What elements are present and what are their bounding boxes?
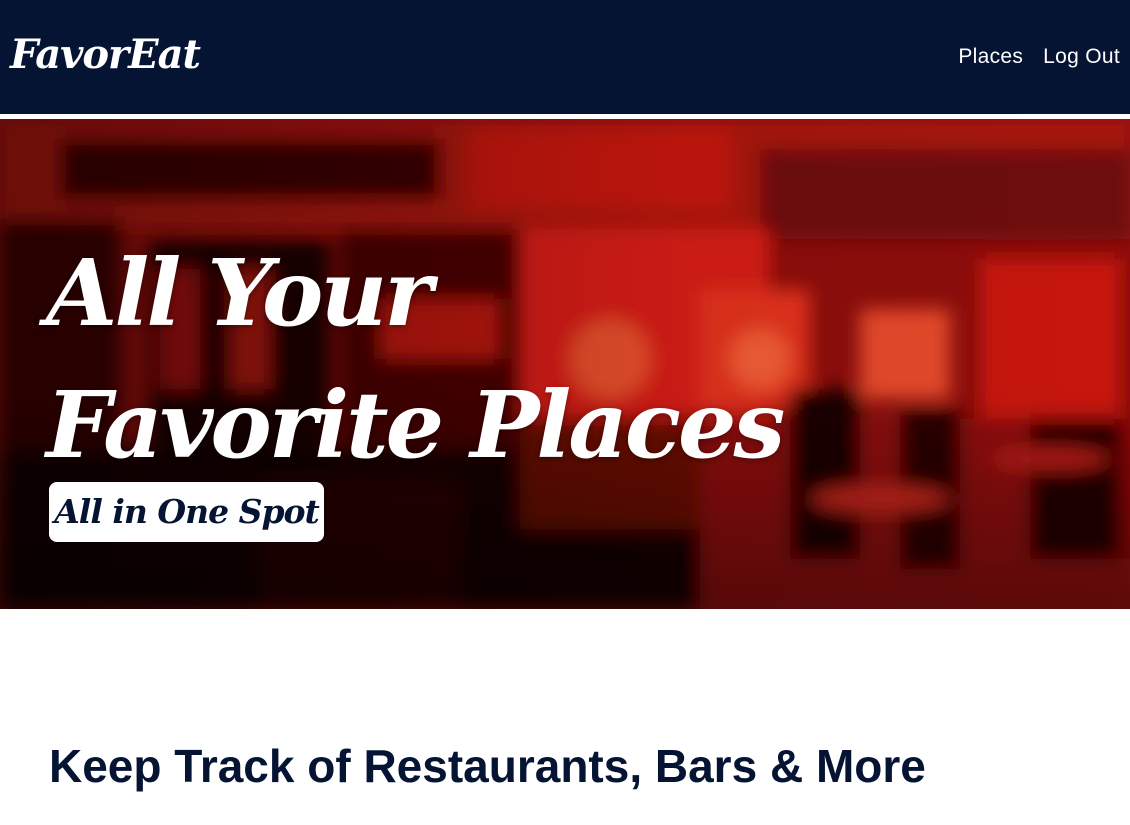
hero-title: All Your Favorite Places xyxy=(46,227,785,491)
hero-banner: All Your Favorite Places All in One Spot xyxy=(0,119,1130,609)
hero-title-line-2: Favorite Places xyxy=(46,371,785,479)
navbar: FavorEat Places Log Out xyxy=(0,0,1130,114)
nav-link-logout[interactable]: Log Out xyxy=(1043,42,1120,72)
hero-title-line-1: All Your xyxy=(46,239,433,347)
section-heading: Keep Track of Restaurants, Bars & More xyxy=(49,740,926,792)
nav-links: Places Log Out xyxy=(958,42,1120,72)
hero-tagline-badge: All in One Spot xyxy=(49,482,324,542)
nav-link-places[interactable]: Places xyxy=(958,42,1023,72)
brand-logo[interactable]: FavorEat xyxy=(10,27,201,83)
